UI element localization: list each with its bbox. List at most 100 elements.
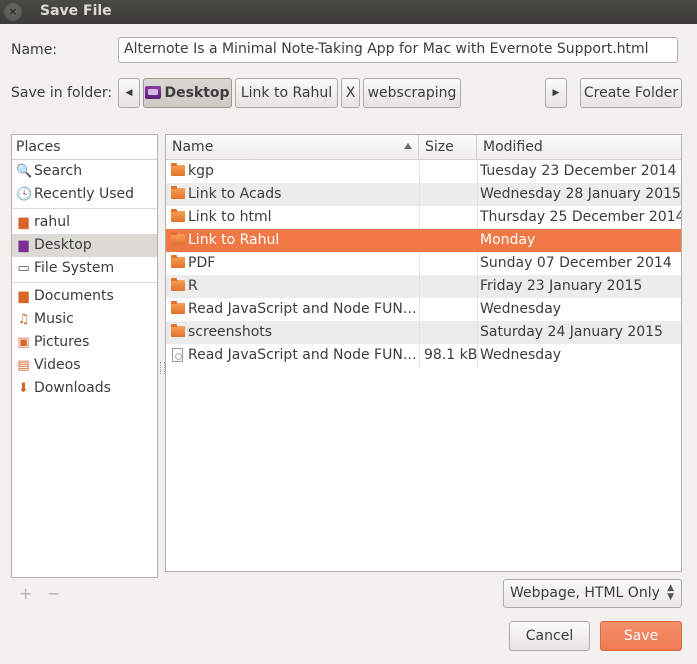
- row-modified: Wednesday: [477, 344, 681, 367]
- row-name: kgp: [188, 163, 214, 179]
- place-label: File System: [34, 260, 115, 276]
- place-music[interactable]: ♫ Music: [12, 308, 157, 331]
- crumb-x[interactable]: X: [341, 78, 360, 108]
- place-recently-used[interactable]: 🕓 Recently Used: [12, 183, 157, 206]
- place-label: Music: [34, 311, 74, 327]
- desktop-icon: ▆: [18, 238, 29, 253]
- row-size: 98.1 kB: [419, 344, 477, 367]
- cancel-button[interactable]: Cancel: [509, 621, 590, 651]
- crumb-forward-button[interactable]: ▶: [545, 78, 567, 108]
- row-name: Read JavaScript and Node FUN…: [188, 301, 417, 317]
- row-size: [419, 321, 477, 344]
- row-modified: Friday 23 January 2015: [477, 275, 681, 298]
- table-row[interactable]: Read JavaScript and Node FUN… Wednesday: [166, 298, 681, 321]
- divider: [12, 208, 157, 209]
- add-place-button[interactable]: +: [19, 584, 32, 603]
- row-modified: Sunday 07 December 2014: [477, 252, 681, 275]
- create-folder-button[interactable]: Create Folder: [580, 78, 682, 108]
- pictures-icon: ▣: [17, 335, 30, 350]
- chevron-left-icon: ◀: [125, 88, 133, 98]
- row-modified: Tuesday 23 December 2014: [477, 160, 681, 183]
- column-name-label: Name: [172, 139, 214, 155]
- music-icon: ♫: [17, 312, 30, 327]
- place-label: Downloads: [34, 380, 111, 396]
- chevron-right-icon: ▶: [552, 88, 560, 98]
- place-desktop[interactable]: ▆ Desktop: [12, 234, 157, 257]
- column-modified[interactable]: Modified: [477, 135, 681, 159]
- place-videos[interactable]: ▤ Videos: [12, 354, 157, 377]
- save-button[interactable]: Save: [600, 621, 682, 651]
- search-icon: 🔍: [16, 164, 33, 179]
- row-size: [419, 252, 477, 275]
- row-modified: Thursday 25 December 2014: [477, 206, 681, 229]
- title-bar: × Save File: [0, 0, 697, 24]
- remove-place-button[interactable]: −: [47, 584, 60, 603]
- place-label: Documents: [34, 288, 114, 304]
- crumb-link-to-rahul[interactable]: Link to Rahul: [235, 78, 338, 108]
- row-modified: Saturday 24 January 2015: [477, 321, 681, 344]
- drive-icon: ▭: [17, 261, 30, 276]
- place-label: Search: [34, 163, 83, 179]
- column-size[interactable]: Size: [419, 135, 477, 159]
- table-row[interactable]: R Friday 23 January 2015: [166, 275, 681, 298]
- row-size: [419, 206, 477, 229]
- name-label: Name:: [11, 42, 58, 58]
- crumb-desktop[interactable]: Desktop: [143, 78, 232, 108]
- divider: [12, 282, 157, 283]
- row-size: [419, 183, 477, 206]
- crumb-back-button[interactable]: ◀: [118, 78, 140, 108]
- places-sidebar: Places 🔍 Search 🕓 Recently Used ▆ rahul ▆ De…: [11, 134, 158, 578]
- row-modified: Wednesday 28 January 2015: [477, 183, 681, 206]
- clock-icon: 🕓: [16, 187, 33, 202]
- downloads-icon: ⬇: [18, 381, 29, 396]
- place-label: rahul: [34, 214, 70, 230]
- place-label: Recently Used: [34, 186, 135, 202]
- place-downloads[interactable]: ⬇ Downloads: [12, 377, 157, 400]
- row-size: [419, 298, 477, 321]
- row-size: [419, 160, 477, 183]
- row-name: Link to Rahul: [188, 232, 280, 248]
- place-file-system[interactable]: ▭ File System: [12, 257, 157, 280]
- close-icon[interactable]: ×: [4, 3, 22, 21]
- crumb-webscraping[interactable]: webscraping: [363, 78, 461, 108]
- row-size: [419, 275, 477, 298]
- desktop-icon: [145, 86, 162, 99]
- file-list: Name Size Modified kgp Tuesday 23 Decemb…: [165, 134, 682, 572]
- select-arrows-icon: ▲ ▼: [667, 583, 674, 602]
- save-in-folder-label: Save in folder:: [11, 85, 113, 101]
- place-label: Videos: [34, 357, 81, 373]
- place-documents[interactable]: ▆ Documents: [12, 285, 157, 308]
- place-rahul[interactable]: ▆ rahul: [12, 211, 157, 234]
- table-row[interactable]: Link to html Thursday 25 December 2014: [166, 206, 681, 229]
- filename-input[interactable]: Alternote Is a Minimal Note-Taking App f…: [118, 37, 678, 63]
- row-name: screenshots: [188, 324, 273, 340]
- crumb-label: Desktop: [164, 85, 230, 101]
- table-row[interactable]: PDF Sunday 07 December 2014: [166, 252, 681, 275]
- row-name: R: [188, 278, 198, 294]
- table-row-selected[interactable]: Link to Rahul Monday: [166, 229, 681, 252]
- places-header: Places: [12, 135, 157, 160]
- window-title: Save File: [40, 3, 112, 19]
- row-name: Link to Acads: [188, 186, 282, 202]
- videos-icon: ▤: [17, 358, 30, 373]
- table-row[interactable]: screenshots Saturday 24 January 2015: [166, 321, 681, 344]
- place-search[interactable]: 🔍 Search: [12, 160, 157, 183]
- sort-up-icon: [404, 143, 412, 149]
- place-label: Desktop: [34, 237, 92, 253]
- place-pictures[interactable]: ▣ Pictures: [12, 331, 157, 354]
- row-name: Read JavaScript and Node FUN…: [188, 347, 417, 363]
- home-folder-icon: ▆: [18, 215, 29, 230]
- table-row[interactable]: Read JavaScript and Node FUN… 98.1 kB We…: [166, 344, 681, 367]
- documents-icon: ▆: [18, 289, 29, 304]
- row-modified: Wednesday: [477, 298, 681, 321]
- table-row[interactable]: kgp Tuesday 23 December 2014: [166, 160, 681, 183]
- file-type-select[interactable]: Webpage, HTML Only ▲ ▼: [503, 579, 682, 608]
- column-name[interactable]: Name: [166, 135, 419, 159]
- file-type-value: Webpage, HTML Only: [510, 585, 660, 601]
- row-modified: Monday: [477, 229, 681, 252]
- place-label: Pictures: [34, 334, 90, 350]
- table-row[interactable]: Link to Acads Wednesday 28 January 2015: [166, 183, 681, 206]
- row-name: Link to html: [188, 209, 272, 225]
- row-name: PDF: [188, 255, 216, 271]
- row-size: [419, 229, 477, 252]
